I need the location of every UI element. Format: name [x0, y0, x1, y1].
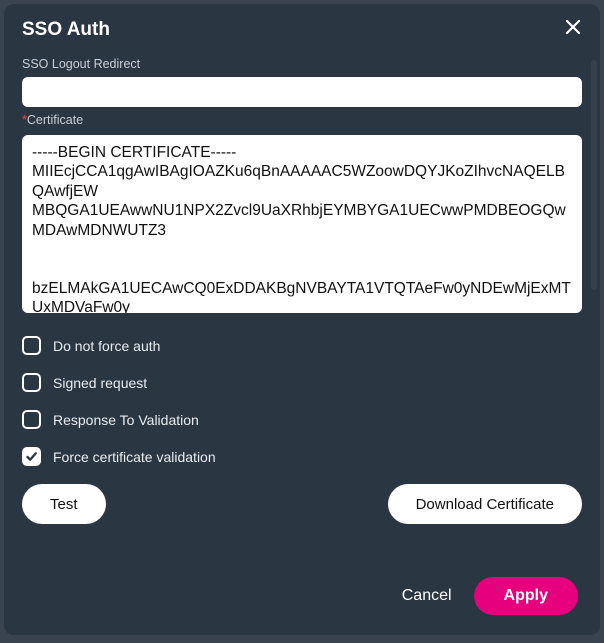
logout-redirect-label: SSO Logout Redirect — [22, 57, 582, 71]
certificate-textarea[interactable] — [22, 135, 582, 313]
label-force-cert-validation: Force certificate validation — [53, 449, 216, 465]
dialog-footer: Cancel Apply — [4, 562, 600, 635]
close-icon[interactable] — [564, 18, 582, 41]
checkbox-response-validation[interactable] — [22, 410, 41, 429]
option-signed-request: Signed request — [22, 373, 582, 392]
checkbox-signed-request[interactable] — [22, 373, 41, 392]
action-row: Test Download Certificate — [22, 484, 582, 544]
option-force-cert-validation: Force certificate validation — [22, 447, 582, 466]
certificate-label-text: Certificate — [27, 113, 83, 127]
dialog-title: SSO Auth — [22, 19, 110, 41]
download-certificate-button[interactable]: Download Certificate — [388, 484, 582, 524]
options-group: Do not force auth Signed request Respons… — [22, 336, 582, 466]
logout-redirect-input[interactable] — [22, 77, 582, 107]
cancel-button[interactable]: Cancel — [402, 587, 452, 605]
label-signed-request: Signed request — [53, 375, 147, 391]
label-response-validation: Response To Validation — [53, 412, 199, 428]
body-scrollbar[interactable] — [591, 60, 597, 290]
sso-auth-dialog: SSO Auth SSO Logout Redirect *Certificat… — [4, 4, 600, 635]
dialog-body: SSO Logout Redirect *Certificate Do not … — [4, 51, 600, 562]
option-response-validation: Response To Validation — [22, 410, 582, 429]
checkbox-force-cert-validation[interactable] — [22, 447, 41, 466]
label-do-not-force-auth: Do not force auth — [53, 338, 160, 354]
checkbox-do-not-force-auth[interactable] — [22, 336, 41, 355]
certificate-label: *Certificate — [22, 113, 582, 127]
option-do-not-force-auth: Do not force auth — [22, 336, 582, 355]
test-button[interactable]: Test — [22, 484, 106, 524]
dialog-header: SSO Auth — [4, 4, 600, 51]
apply-button[interactable]: Apply — [474, 577, 578, 615]
